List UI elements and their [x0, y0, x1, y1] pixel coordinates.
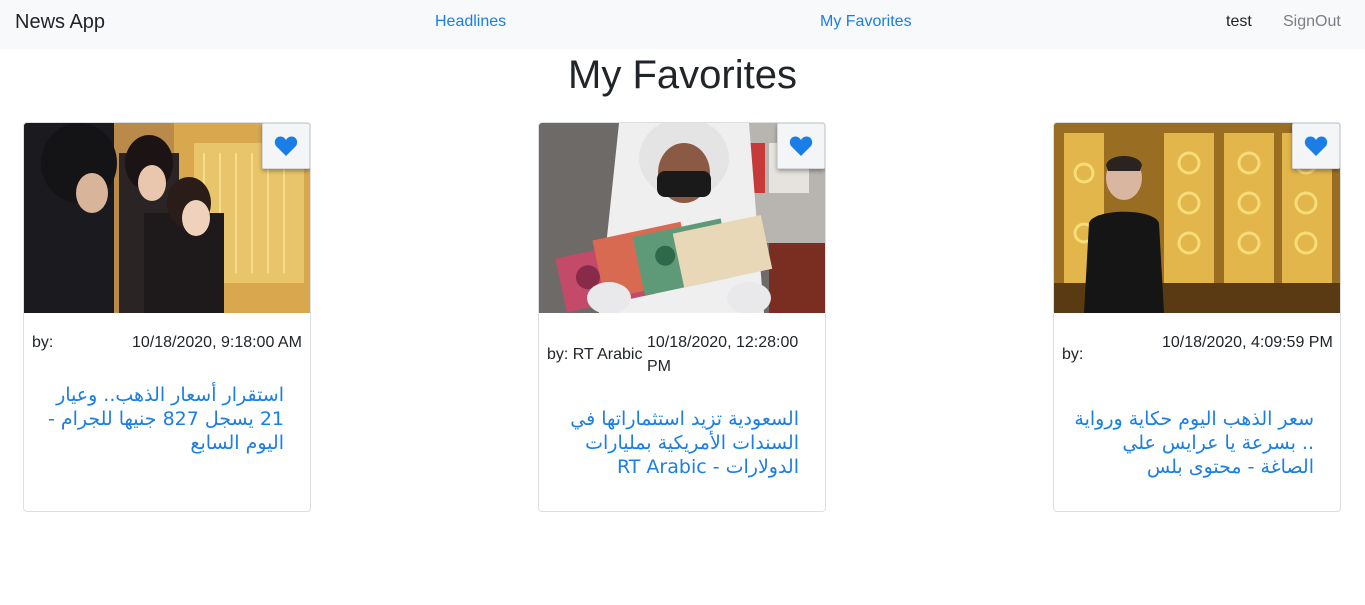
favorite-button[interactable] — [262, 123, 310, 169]
favorite-button[interactable] — [1292, 123, 1340, 169]
date-label: 10/18/2020, 9:18:00 AM — [132, 334, 302, 351]
news-card: by: 10/18/2020, 9:18:00 AM استقرار أسعار… — [23, 122, 311, 512]
article-title-link[interactable]: سعر الذهب اليوم حكاية ورواية .. بسرعة يا… — [1074, 407, 1314, 479]
signout-link[interactable]: SignOut — [1283, 13, 1341, 31]
news-card: by: RT Arabic 10/18/2020, 12:28:00 PM ال… — [538, 122, 826, 512]
brand-link[interactable]: News App — [15, 11, 105, 34]
article-title-link[interactable]: استقرار أسعار الذهب.. وعيار 21 يسجل 827 … — [44, 383, 284, 455]
author-label: by: — [1062, 346, 1084, 363]
author-label: by: RT Arabic — [547, 346, 643, 363]
article-title-link[interactable]: السعودية تزيد استثماراتها في السندات الأ… — [559, 407, 799, 479]
heart-icon — [274, 136, 298, 156]
navbar: News App Headlines My Favorites test Sig… — [0, 0, 1365, 49]
username-label: test — [1226, 13, 1252, 30]
news-image[interactable] — [24, 123, 310, 313]
page-title: My Favorites — [568, 53, 797, 97]
nav-headlines-link[interactable]: Headlines — [435, 13, 506, 31]
heart-icon — [789, 136, 813, 156]
heart-icon — [1304, 136, 1328, 156]
date-label: 10/18/2020, 12:28:00 PM — [647, 334, 799, 375]
author-label: by: — [32, 334, 54, 351]
news-image[interactable] — [1054, 123, 1340, 313]
news-image[interactable] — [539, 123, 825, 313]
favorite-button[interactable] — [777, 123, 825, 169]
news-card: by: 10/18/2020, 4:09:59 PM سعر الذهب الي… — [1053, 122, 1341, 512]
date-label: 10/18/2020, 4:09:59 PM — [1162, 334, 1333, 351]
nav-favorites-link[interactable]: My Favorites — [820, 13, 912, 31]
